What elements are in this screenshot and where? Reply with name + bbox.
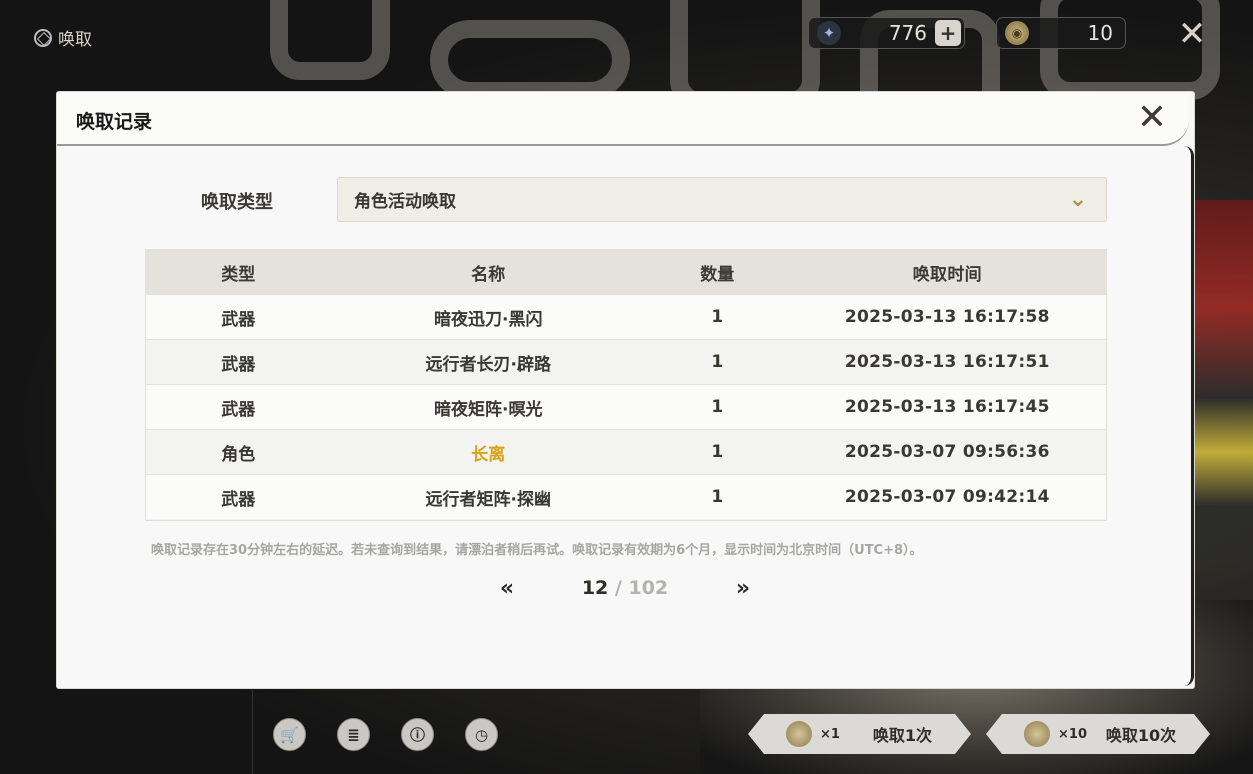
- filter-label: 唤取类型: [201, 192, 273, 213]
- table-row: 武器 暗夜矩阵·暝光 1 2025-03-13 16:17:45: [146, 384, 1106, 429]
- cell-time: 2025-03-13 16:17:45: [844, 397, 1050, 417]
- details-scroll-icon[interactable]: ≣: [337, 718, 370, 751]
- convene-history-dialog: 唤取记录 ✕ 唤取类型 角色活动唤取 ⌄ 类型 名称 数量 唤取时间 武器 暗夜…: [57, 92, 1194, 688]
- cell-time: 2025-03-07 09:42:14: [844, 487, 1050, 507]
- cell-name: 暗夜迅刀·黑闪: [434, 309, 543, 330]
- convene-type-value: 角色活动唤取: [354, 192, 456, 212]
- currency-star-tide: ✦ 776 +: [808, 17, 965, 49]
- currency-coin: ◉ 10: [996, 17, 1126, 49]
- history-table: 类型 名称 数量 唤取时间 武器 暗夜迅刀·黑闪 1 2025-03-13 16…: [145, 249, 1107, 521]
- close-icon[interactable]: ✕: [1174, 16, 1210, 52]
- cell-name: 长离: [471, 444, 506, 465]
- history-clock-icon[interactable]: ◷: [465, 718, 498, 751]
- cell-name: 远行者矩阵·探幽: [425, 489, 552, 510]
- cell-time: 2025-03-07 09:56:36: [844, 442, 1050, 462]
- convene-once-button[interactable]: ×1 唤取1次: [748, 714, 971, 754]
- close-icon[interactable]: ✕: [1132, 98, 1172, 138]
- pagination: « 12 / 102 »: [494, 574, 756, 602]
- dialog-frame-edge: [1184, 146, 1194, 686]
- column-header: 唤取时间: [912, 264, 982, 285]
- column-header: 数量: [700, 264, 735, 285]
- cost-multiplier: ×1: [820, 726, 840, 742]
- column-header: 类型: [221, 264, 256, 285]
- cell-type: 武器: [221, 309, 256, 330]
- coin-icon: ◉: [1005, 21, 1029, 45]
- convene-ten-label: 唤取10次: [1105, 726, 1177, 745]
- convene-logo-icon: [34, 28, 52, 47]
- next-page-button[interactable]: »: [730, 576, 756, 601]
- cell-qty: 1: [711, 352, 724, 372]
- convene-ten-button[interactable]: ×10 唤取10次: [986, 714, 1210, 754]
- dialog-header: 唤取记录 ✕: [57, 92, 1189, 146]
- star-tide-icon: ✦: [817, 21, 841, 45]
- cell-type: 武器: [221, 489, 256, 510]
- cell-type: 角色: [221, 444, 256, 465]
- delay-notice: 唤取记录存在30分钟左右的延迟。若未查询到结果，请漂泊者稍后再试。唤取记录有效期…: [151, 543, 923, 558]
- table-row: 角色 长离 1 2025-03-07 09:56:36: [146, 429, 1106, 474]
- cell-qty: 1: [711, 397, 724, 417]
- convene-once-label: 唤取1次: [872, 726, 933, 745]
- dialog-title: 唤取记录: [76, 111, 153, 133]
- cell-name: 暗夜矩阵·暝光: [434, 399, 543, 420]
- table-row: 武器 暗夜迅刀·黑闪 1 2025-03-13 16:17:58: [146, 294, 1106, 339]
- current-page: 12: [581, 577, 609, 599]
- page-indicator: 12 / 102: [520, 577, 730, 599]
- app-title: 唤取: [34, 25, 92, 50]
- app-title-label: 唤取: [58, 30, 92, 50]
- shop-cart-icon[interactable]: 🛒: [273, 718, 306, 751]
- cell-type: 武器: [221, 354, 256, 375]
- coin-icon: [786, 721, 812, 747]
- cost-multiplier: ×10: [1058, 726, 1087, 742]
- coin-icon: [1024, 721, 1050, 747]
- currency-value: 776: [888, 21, 927, 45]
- cell-time: 2025-03-13 16:17:51: [844, 352, 1050, 372]
- info-icon[interactable]: ⓘ: [401, 718, 434, 751]
- total-pages: 102: [628, 577, 669, 599]
- cell-type: 武器: [221, 399, 256, 420]
- prev-page-button[interactable]: «: [494, 576, 520, 601]
- cell-qty: 1: [711, 442, 724, 462]
- currency-value: 10: [1087, 21, 1113, 45]
- bottom-toolbar: 🛒 ≣ ⓘ ◷: [273, 718, 498, 751]
- column-header: 名称: [471, 264, 506, 285]
- convene-type-select[interactable]: 角色活动唤取 ⌄: [337, 177, 1107, 222]
- cell-name: 远行者长刃·辟路: [425, 354, 552, 375]
- page-separator: /: [614, 577, 622, 599]
- cell-qty: 1: [711, 487, 724, 507]
- table-header: 类型 名称 数量 唤取时间: [146, 250, 1106, 294]
- cell-qty: 1: [711, 307, 724, 327]
- cell-time: 2025-03-13 16:17:58: [844, 307, 1050, 327]
- table-row: 武器 远行者长刃·辟路 1 2025-03-13 16:17:51: [146, 339, 1106, 384]
- add-currency-button[interactable]: +: [935, 20, 961, 46]
- table-body: 武器 暗夜迅刀·黑闪 1 2025-03-13 16:17:58 武器 远行者长…: [146, 294, 1106, 519]
- divider: [252, 690, 253, 774]
- table-row: 武器 远行者矩阵·探幽 1 2025-03-07 09:42:14: [146, 474, 1106, 519]
- chevron-down-icon: ⌄: [1068, 187, 1088, 212]
